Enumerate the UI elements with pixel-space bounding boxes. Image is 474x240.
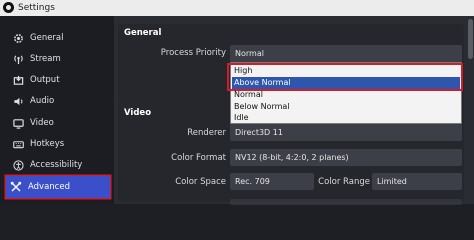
sidebar-item-label: Video [30, 118, 54, 128]
sidebar-item-label: Hotkeys [30, 139, 65, 149]
sidebar-item-advanced[interactable]: Advanced [6, 176, 110, 198]
color-space-value: Rec. 709 [235, 177, 270, 186]
accessibility-icon [12, 159, 24, 171]
color-format-value: NV12 (8-bit, 4:2:0, 2 planes) [235, 153, 349, 162]
process-priority-select[interactable]: Normal [230, 45, 462, 62]
dropdown-option-above-normal[interactable]: Above Normal [232, 77, 460, 89]
antenna-icon [12, 53, 24, 65]
color-range-select[interactable]: Limited [372, 173, 462, 190]
scrollbar-thumb[interactable] [468, 19, 473, 59]
sidebar-item-label: Audio [30, 96, 55, 106]
obs-logo-icon [3, 2, 14, 13]
renderer-select[interactable]: Direct3D 11 [230, 124, 462, 141]
sidebar-item-accessibility[interactable]: Accessibility [8, 155, 108, 175]
window-title: Settings [18, 3, 55, 13]
tools-icon [10, 181, 22, 193]
sidebar-item-audio[interactable]: Audio [8, 91, 108, 111]
color-format-label: Color Format [171, 153, 226, 163]
sidebar-item-general[interactable]: General [8, 28, 108, 48]
content-scrollbar[interactable] [467, 17, 474, 204]
speaker-icon [12, 95, 24, 107]
sidebar-item-label: Stream [30, 54, 61, 64]
sidebar-item-stream[interactable]: Stream [8, 49, 108, 69]
next-row-select[interactable] [230, 199, 462, 205]
renderer-value: Direct3D 11 [235, 128, 283, 137]
color-space-label: Color Space [175, 177, 226, 187]
color-range-label: Color Range [318, 177, 370, 187]
process-priority-value: Normal [235, 49, 264, 58]
sidebar-item-label: Accessibility [30, 160, 83, 170]
gear-icon [12, 32, 24, 44]
sidebar-item-output[interactable]: Output [8, 70, 108, 90]
video-section-title: Video [124, 108, 152, 118]
keyboard-icon [12, 138, 24, 150]
sidebar-item-label: General [30, 33, 64, 43]
process-priority-dropdown: High Above Normal Normal Below Normal Id… [230, 62, 462, 124]
renderer-label: Renderer [187, 128, 226, 138]
color-space-select[interactable]: Rec. 709 [230, 173, 314, 190]
dropdown-option-normal[interactable]: Normal [232, 89, 460, 101]
sidebar-item-label: Advanced [28, 182, 70, 192]
output-icon [12, 74, 24, 86]
sidebar-item-label: Output [30, 75, 60, 85]
process-priority-label: Process Priority [160, 48, 226, 58]
sidebar-item-hotkeys[interactable]: Hotkeys [8, 134, 108, 154]
color-format-select[interactable]: NV12 (8-bit, 4:2:0, 2 planes) [230, 149, 462, 166]
title-bar: Settings [0, 0, 474, 17]
dropdown-option-high[interactable]: High [232, 65, 460, 77]
settings-sidebar: General Stream Output Audio Video Hotkey… [0, 16, 114, 204]
dropdown-option-idle[interactable]: Idle [232, 112, 460, 124]
sidebar-item-video[interactable]: Video [8, 113, 108, 133]
monitor-icon [12, 117, 24, 129]
general-section-title: General [124, 28, 162, 38]
color-range-value: Limited [377, 177, 407, 186]
